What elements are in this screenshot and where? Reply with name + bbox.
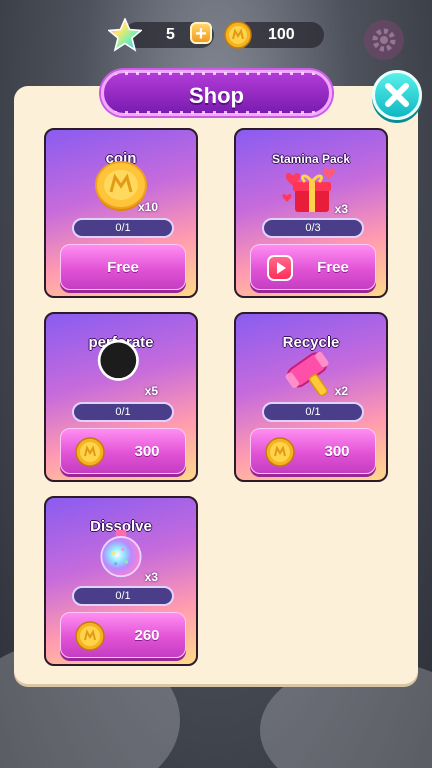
rainbow-star-icon (108, 18, 142, 52)
close-button[interactable] (372, 70, 422, 120)
progress-text: 0/3 (305, 222, 321, 234)
price-label: 300 (324, 443, 350, 460)
shop-item-coin: coin x10 0/1 Free (44, 128, 198, 298)
item-progress: 0/1 (72, 402, 174, 422)
price-label: 260 (134, 627, 160, 644)
gift-hearts-icon (282, 168, 335, 212)
stars-count: 5 (166, 26, 175, 43)
shop-item-stamina-pack: Stamina Pack x3 0/3 Free (234, 128, 388, 298)
progress-text: 0/1 (115, 590, 131, 602)
buy-with-coins-button[interactable]: 300 (250, 428, 376, 474)
plus-icon[interactable]: + (190, 22, 212, 45)
claim-free-button[interactable]: Free (60, 244, 186, 290)
shop-title-banner: Shop (101, 70, 332, 116)
item-multiplier: x3 (334, 202, 348, 216)
gold-coin-icon (75, 437, 105, 467)
page-title: Shop (189, 83, 244, 108)
item-progress: 0/1 (72, 586, 174, 606)
progress-text: 0/1 (305, 406, 321, 418)
close-x-icon (385, 83, 409, 107)
potion-icon (100, 529, 142, 578)
gold-coin-icon (265, 437, 295, 467)
hole-icon (97, 339, 139, 381)
buy-with-coins-button[interactable]: 300 (60, 428, 186, 474)
shop-item-perforate: perforate x5 0/1 300 (44, 312, 198, 482)
coins-count: 100 (268, 26, 295, 43)
buy-with-coins-button[interactable]: 260 (60, 612, 186, 658)
progress-text: 0/1 (115, 406, 131, 418)
item-multiplier: x5 (144, 384, 158, 398)
top-resource-bar: 5 + 100 (108, 18, 324, 52)
item-multiplier: x3 (144, 570, 158, 584)
shop-item-recycle: Recycle x2 0/1 300 (234, 312, 388, 482)
item-multiplier: x10 (137, 200, 158, 214)
gear-icon[interactable] (364, 20, 404, 60)
buy-label: Free (107, 259, 139, 276)
hammer-icon (285, 351, 329, 397)
progress-text: 0/1 (115, 222, 131, 234)
item-multiplier: x2 (334, 384, 348, 398)
watch-video-button[interactable]: Free (250, 244, 376, 290)
item-progress: 0/1 (72, 218, 174, 238)
video-icon (267, 255, 293, 281)
buy-label: Free (317, 259, 349, 276)
item-progress: 0/1 (262, 402, 364, 422)
item-progress: 0/3 (262, 218, 364, 238)
price-label: 300 (134, 443, 160, 460)
shop-item-dissolve: Dissolve x3 0/1 260 (44, 496, 198, 666)
gold-coin-icon (75, 621, 105, 651)
gold-coin-icon (224, 21, 252, 49)
